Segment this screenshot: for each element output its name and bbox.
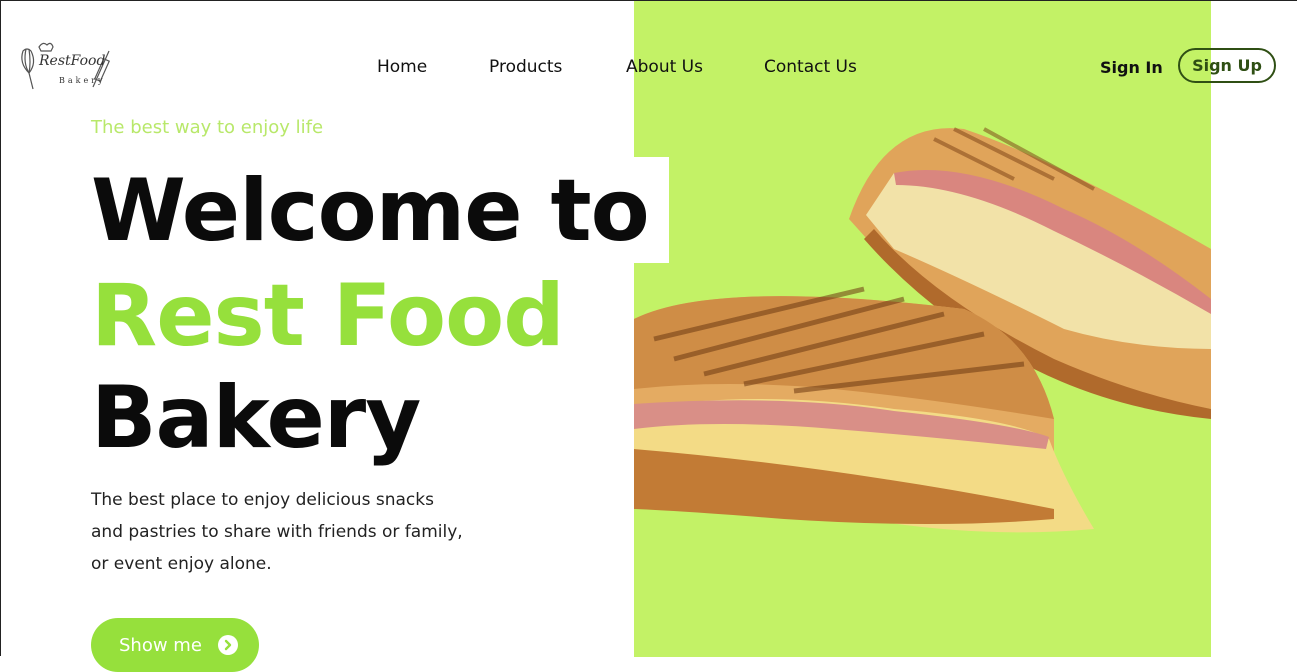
hero-heading-line-3: Bakery bbox=[91, 368, 421, 468]
logo-text-top: RestFood bbox=[39, 53, 106, 69]
show-me-label: Show me bbox=[119, 634, 202, 656]
sign-in-link[interactable]: Sign In bbox=[1100, 58, 1163, 77]
grilled-sandwich-image bbox=[634, 127, 1211, 533]
logo-text-bottom: Bakery bbox=[59, 76, 106, 85]
nav-contact-us[interactable]: Contact Us bbox=[764, 57, 857, 77]
hero-heading-line-1: Welcome to bbox=[91, 161, 650, 261]
nav-products[interactable]: Products bbox=[489, 57, 562, 77]
brand-logo[interactable]: RestFood Bakery bbox=[17, 41, 121, 95]
hero-description: The best place to enjoy delicious snacks… bbox=[91, 490, 463, 574]
chevron-right-circle-icon bbox=[217, 635, 238, 655]
show-me-button[interactable]: Show me bbox=[91, 618, 259, 672]
hero-tagline: The best way to enjoy life bbox=[91, 117, 324, 138]
hero-heading-line-2: Rest Food bbox=[91, 266, 565, 366]
sign-up-button[interactable]: Sign Up bbox=[1178, 48, 1276, 83]
nav-about-us[interactable]: About Us bbox=[626, 57, 703, 77]
nav-home[interactable]: Home bbox=[377, 57, 427, 77]
